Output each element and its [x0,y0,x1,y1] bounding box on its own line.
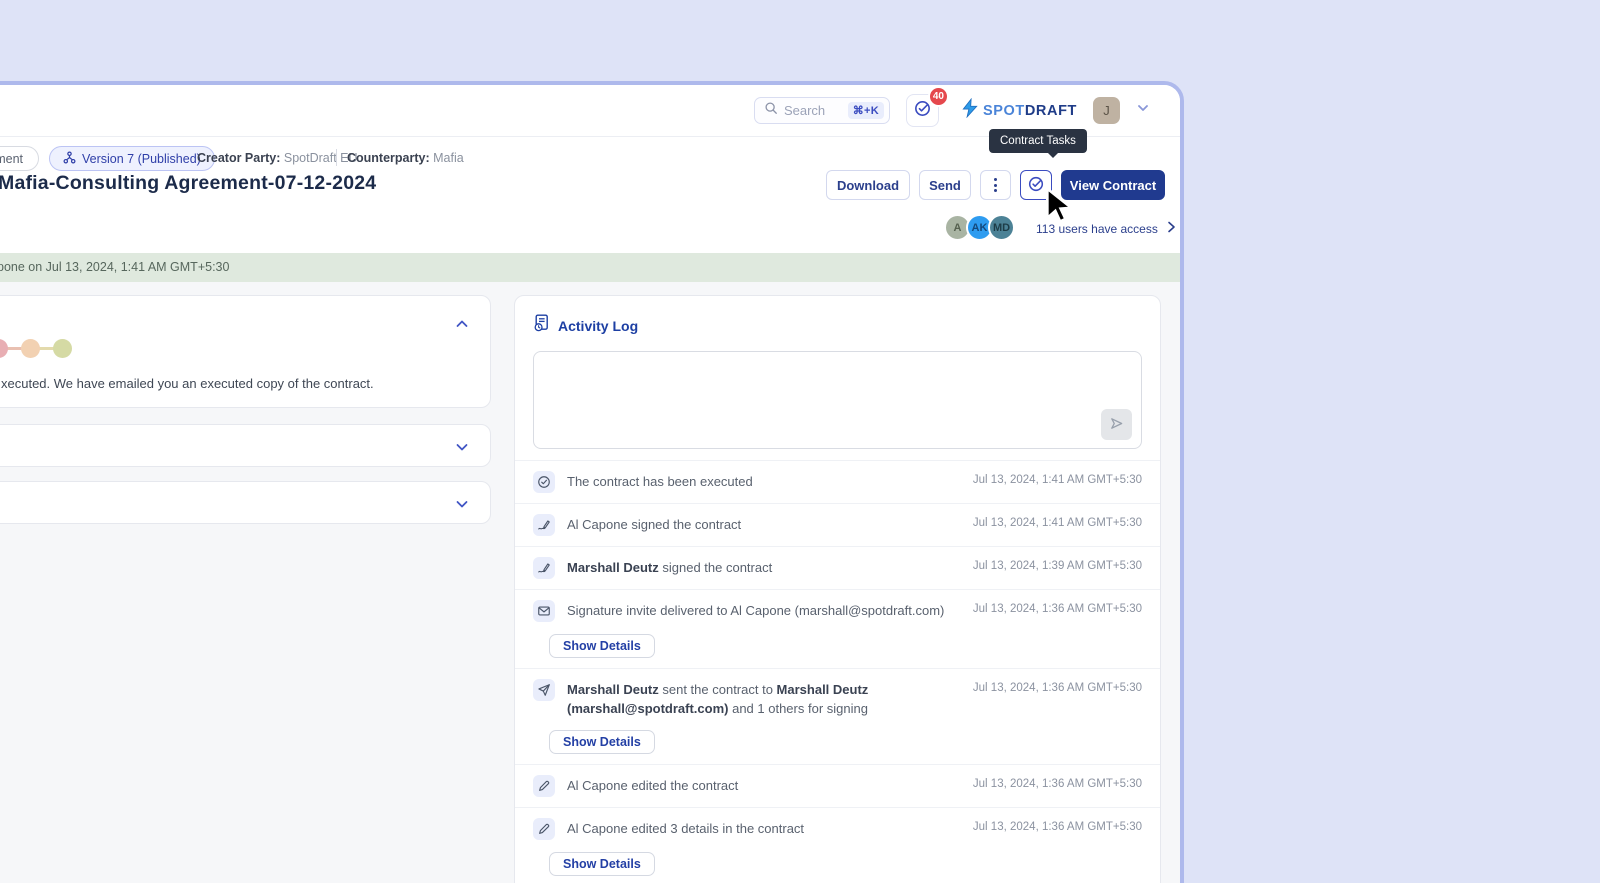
activity-entry-text: Marshall Deutz sent the contract to Mars… [567,682,869,716]
contract-status-card [0,295,491,408]
activity-log-entry: Al Capone signed the contract Jul 13, 202… [515,503,1160,546]
activity-log-title: Activity Log [558,317,639,334]
counterparty-meta: Counterparty: Mafia [347,151,464,165]
activity-log-entry: Marshall Deutz sent the contract to Mars… [515,668,1160,764]
signature-icon [533,514,555,536]
activity-log-entry: Marshall Deutz signed the contract Jul 13… [515,546,1160,589]
tasks-count-badge: 40 [927,86,949,107]
mouse-cursor [1041,185,1075,231]
submit-comment-button[interactable] [1101,409,1132,440]
pencil-icon [533,775,555,797]
activity-log-header: Activity Log [515,296,1160,337]
search-icon [764,101,778,120]
send-button[interactable]: Send [919,170,971,200]
contract-tasks-button[interactable]: 40 [905,86,949,127]
view-contract-button[interactable]: View Contract [1061,170,1165,200]
activity-log-entry: Al Capone edited 3 details in the contra… [515,807,1160,883]
chevron-up-icon[interactable] [454,316,470,337]
activity-entry-text: Marshall Deutz signed the contract [567,560,773,575]
chevron-down-icon[interactable] [454,439,470,460]
chevron-right-icon [1166,221,1177,236]
activity-entry-text: Signature invite delivered to Al Capone … [567,603,945,618]
activity-entry-timestamp: Jul 13, 2024, 1:36 AM GMT+5:30 [972,778,1142,790]
search-placeholder: Search [783,103,826,118]
chevron-down-icon[interactable] [454,496,470,517]
show-details-button[interactable]: Show Details [549,730,655,754]
lightning-bolt-icon [961,97,979,123]
activity-entry-timestamp: Jul 13, 2024, 1:36 AM GMT+5:30 [972,682,1142,694]
activity-entry-text: Al Capone edited 3 details in the contra… [567,821,805,836]
download-button[interactable]: Download [826,170,910,200]
activity-entry-text: Al Capone signed the contract [567,517,742,532]
contract-tasks-tooltip: Contract Tasks [989,129,1087,158]
version-pill[interactable]: Version 7 (Published) [49,146,215,171]
mail-icon [533,600,555,622]
send-plane-icon [533,679,555,701]
timeline-dot [53,339,72,358]
more-options-button[interactable] [980,170,1011,200]
signature-icon [533,557,555,579]
collapsed-section-card[interactable] [0,424,491,467]
activity-entry-text: The contract has been executed [567,474,753,489]
timeline-dot [21,339,40,358]
kebab-icon [994,178,997,192]
collapsed-section-card[interactable] [0,481,491,524]
activity-entry-text: Al Capone edited the contract [567,778,739,793]
activity-log-entry: Al Capone edited the contract Jul 13, 202… [515,764,1160,807]
activity-log-entry: Signature invite delivered to Al Capone … [515,589,1160,668]
activity-log-card: Activity Log The contract has been execu… [514,295,1161,883]
activity-entry-timestamp: Jul 13, 2024, 1:39 AM GMT+5:30 [972,560,1142,572]
user-avatar[interactable]: J [1093,97,1120,124]
activity-log-entry: The contract has been executed Jul 13, 20… [515,460,1160,503]
search-shortcut-badge: ⌘+K [847,102,884,119]
desktop-background: Search ⌘+K 40 SPOTDRAFT J Contract Tasks… [0,0,1600,883]
search-input[interactable]: Search ⌘+K [753,97,890,124]
contract-type-pill: eement [0,146,39,171]
spotdraft-logo: SPOTDRAFT [961,97,1077,123]
activity-entry-timestamp: Jul 13, 2024, 1:36 AM GMT+5:30 [972,603,1142,615]
executed-banner-text: pone on Jul 13, 2024, 1:41 AM GMT+5:30 [0,260,230,274]
activity-entry-timestamp: Jul 13, 2024, 1:41 AM GMT+5:30 [972,517,1142,529]
activity-entry-timestamp: Jul 13, 2024, 1:41 AM GMT+5:30 [972,474,1142,486]
chevron-down-icon[interactable] [1136,101,1150,120]
show-details-button[interactable]: Show Details [549,634,655,658]
avatar-group[interactable]: A AK MD [944,214,1015,241]
activity-log-entries: The contract has been executed Jul 13, 20… [515,460,1160,883]
show-details-button[interactable]: Show Details [549,852,655,876]
creator-party-meta: Creator Party: SpotDraft EU [197,151,358,165]
pencil-icon [533,818,555,840]
status-message: xecuted. We have emailed you an executed… [1,376,374,391]
comment-input[interactable] [533,351,1142,449]
app-window: Search ⌘+K 40 SPOTDRAFT J Contract Tasks… [0,81,1184,883]
version-branch-icon [63,151,76,167]
activity-entry-timestamp: Jul 13, 2024, 1:36 AM GMT+5:30 [972,821,1142,833]
executed-banner: pone on Jul 13, 2024, 1:41 AM GMT+5:30 [0,253,1180,282]
avatar[interactable]: MD [988,214,1015,241]
meta-divider [336,149,337,166]
activity-log-icon [533,314,550,337]
page-title: Mafia-Consulting Agreement-07-12-2024 [0,172,377,194]
check-circle-icon [533,471,555,493]
paper-plane-icon [1109,416,1124,434]
